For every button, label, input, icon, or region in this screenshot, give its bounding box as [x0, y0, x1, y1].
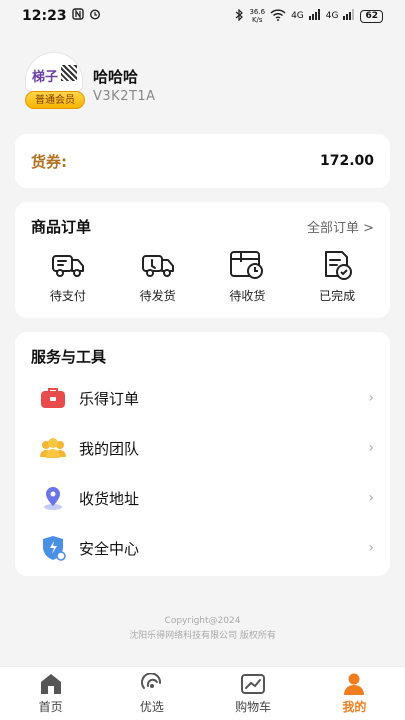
- avatar[interactable]: 梯子: [25, 52, 83, 92]
- briefcase-icon: [39, 384, 67, 412]
- user-code: V3K2T1A: [93, 89, 156, 104]
- tab-label: 我的: [342, 700, 367, 714]
- cart-icon: [240, 672, 266, 696]
- order-item-pending-receipt[interactable]: 待收货: [207, 249, 287, 304]
- tools-header: 服务与工具: [15, 332, 390, 367]
- tool-label: 收货地址: [79, 489, 140, 508]
- order-item-completed[interactable]: 已完成: [297, 249, 377, 304]
- member-badge: 普通会员: [25, 91, 85, 109]
- tab-select[interactable]: 优选: [112, 672, 192, 715]
- notification-n-icon: [71, 8, 84, 24]
- voucher-label: 货券:: [31, 152, 67, 171]
- user-icon: [341, 672, 367, 696]
- alarm-icon: [89, 8, 101, 24]
- tab-bar: 首页 优选 购物车 我的: [0, 666, 405, 720]
- truck-icon: [50, 249, 86, 281]
- orders-title: 商品订单: [31, 218, 92, 236]
- chevron-right-icon: ›: [368, 440, 374, 456]
- order-label: 待支付: [49, 289, 86, 303]
- bluetooth-icon: [235, 8, 244, 24]
- qr-code-icon: [61, 65, 77, 81]
- tool-label: 我的团队: [79, 439, 140, 458]
- tab-cart[interactable]: 购物车: [213, 672, 293, 715]
- net-speed: 36.6 K/s: [249, 8, 265, 24]
- orders-card: 商品订单 全部订单 > 待支付 待发货 待收货 已完成: [15, 202, 390, 318]
- net-speed-unit: K/s: [251, 16, 263, 24]
- signal-label-1: 4G: [291, 11, 304, 21]
- receive-clock-icon: [229, 249, 265, 281]
- profile-info: 哈哈哈 V3K2T1A: [93, 66, 156, 104]
- footer-company: 沈阳乐得网络科技有限公司 版权所有: [129, 631, 276, 641]
- shield-icon: [39, 534, 67, 562]
- status-right: 36.6 K/s 4G 4G 62: [235, 8, 383, 24]
- profile-section[interactable]: 梯子 普通会员 哈哈哈 V3K2T1A: [25, 52, 156, 110]
- tab-home[interactable]: 首页: [11, 672, 91, 715]
- select-icon: [139, 672, 165, 696]
- tool-list: 乐得订单 › 我的团队 › 收货地址 › 安全中心 ›: [15, 373, 390, 573]
- voucher-card[interactable]: 货券: 172.00: [15, 134, 390, 188]
- orders-header: 商品订单 全部订单 >: [15, 202, 390, 237]
- avatar-wrap[interactable]: 梯子 普通会员: [25, 52, 85, 110]
- order-label: 待发货: [139, 289, 176, 303]
- footer-copyright: Copyright@2024: [164, 616, 241, 626]
- status-time: 12:23: [22, 8, 67, 24]
- status-bar: 12:23 36.6 K/s 4G 4G 62: [0, 0, 405, 32]
- signal-label-2: 4G: [325, 11, 339, 21]
- user-name: 哈哈哈: [93, 68, 139, 86]
- net-speed-value: 36.6: [249, 8, 266, 16]
- status-left: 12:23: [22, 8, 101, 24]
- order-label: 已完成: [319, 289, 356, 303]
- home-icon: [38, 672, 64, 696]
- signal-icon-1: [308, 9, 321, 23]
- battery-indicator: 62: [360, 9, 383, 23]
- tools-card: 服务与工具 乐得订单 › 我的团队 › 收货地址 › 安全中心 ›: [15, 332, 390, 576]
- tab-label: 首页: [38, 700, 63, 714]
- truck-icon: [140, 249, 176, 281]
- tools-title: 服务与工具: [31, 348, 107, 366]
- team-icon: [39, 434, 67, 462]
- avatar-text: 梯子: [32, 70, 59, 85]
- all-orders-link[interactable]: 全部订单 >: [307, 217, 374, 236]
- tab-mine[interactable]: 我的: [314, 672, 394, 715]
- tab-label: 购物车: [235, 700, 272, 714]
- voucher-value: 172.00: [319, 153, 374, 169]
- chevron-right-icon: ›: [368, 390, 374, 406]
- tool-label: 安全中心: [79, 539, 140, 558]
- chevron-right-icon: ›: [368, 540, 374, 556]
- tool-item-address[interactable]: 收货地址 ›: [15, 473, 390, 523]
- tool-item-security[interactable]: 安全中心 ›: [15, 523, 390, 573]
- document-check-icon: [319, 249, 355, 281]
- wifi-icon: [270, 8, 286, 24]
- tool-item-orders[interactable]: 乐得订单 ›: [15, 373, 390, 423]
- chevron-right-icon: ›: [368, 490, 374, 506]
- tool-label: 乐得订单: [79, 389, 140, 408]
- tool-item-team[interactable]: 我的团队 ›: [15, 423, 390, 473]
- order-label: 待收货: [229, 289, 266, 303]
- order-status-list: 待支付 待发货 待收货 已完成: [15, 249, 390, 304]
- order-item-pending-shipment[interactable]: 待发货: [118, 249, 198, 304]
- signal-icon-2: [343, 9, 355, 23]
- order-item-pending-payment[interactable]: 待支付: [28, 249, 108, 304]
- tab-label: 优选: [139, 700, 164, 714]
- location-icon: [39, 484, 67, 512]
- footer: Copyright@2024 沈阳乐得网络科技有限公司 版权所有: [0, 614, 405, 644]
